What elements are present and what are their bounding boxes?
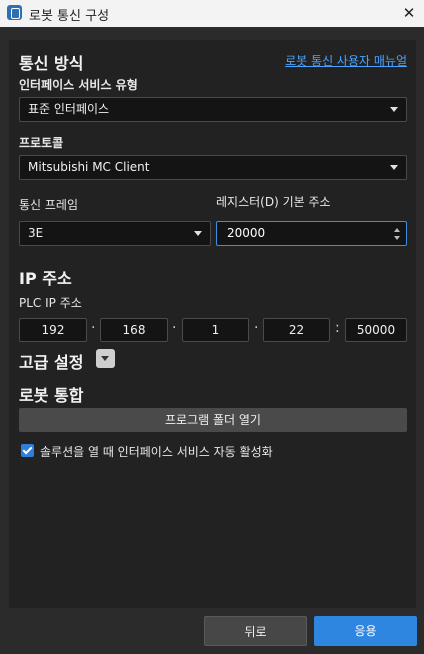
chevron-down-icon	[390, 165, 398, 170]
title-bar: 로봇 통신 구성 ✕	[0, 0, 424, 27]
user-manual-link[interactable]: 로봇 통신 사용자 매뉴얼	[285, 52, 407, 69]
interface-type-value: 표준 인터페이스	[28, 102, 110, 116]
spin-down-icon[interactable]	[394, 236, 400, 240]
auto-activate-label: 솔루션을 열 때 인터페이스 서비스 자동 활성화	[40, 445, 273, 459]
interface-type-label: 인터페이스 서비스 유형	[19, 78, 138, 92]
ip-separator: ·	[91, 320, 96, 336]
chevron-down-icon	[194, 231, 202, 236]
apply-button[interactable]: 응용	[314, 616, 417, 646]
register-address-input[interactable]: 20000	[216, 221, 407, 246]
ip-octet-4-input[interactable]: 22	[263, 318, 330, 342]
settings-panel: 통신 방식 로봇 통신 사용자 매뉴얼 인터페이스 서비스 유형 표준 인터페이…	[9, 40, 416, 608]
protocol-label: 프로토콜	[19, 136, 64, 150]
spin-up-icon[interactable]	[394, 228, 400, 232]
comm-method-heading: 통신 방식	[19, 54, 84, 73]
ip-octet-2-input[interactable]: 168	[100, 318, 168, 342]
register-address-label: 레지스터(D) 기본 주소	[216, 195, 331, 209]
open-program-folder-button[interactable]: 프로그램 폴더 열기	[19, 408, 407, 432]
protocol-value: Mitsubishi MC Client	[28, 160, 150, 174]
ip-octet-3-input[interactable]: 1	[182, 318, 249, 342]
ip-heading: IP 주소	[19, 269, 72, 288]
plc-ip-label: PLC IP 주소	[19, 296, 82, 310]
port-input[interactable]: 50000	[345, 318, 407, 342]
ip-octet-1-input[interactable]: 192	[19, 318, 87, 342]
advanced-heading: 고급 설정	[19, 353, 84, 372]
app-logo-icon	[7, 5, 22, 20]
frame-label: 통신 프레임	[19, 198, 79, 212]
robot-integration-heading: 로봇 통합	[19, 386, 84, 405]
back-button[interactable]: 뒤로	[204, 616, 307, 646]
expand-advanced-icon[interactable]	[96, 349, 115, 368]
chevron-down-icon	[390, 107, 398, 112]
port-separator: :	[335, 320, 340, 336]
frame-value: 3E	[28, 226, 44, 240]
window-title: 로봇 통신 구성	[29, 9, 110, 24]
close-icon[interactable]: ✕	[396, 0, 422, 27]
ip-separator: ·	[172, 320, 177, 336]
register-address-value: 20000	[227, 226, 266, 240]
frame-select[interactable]: 3E	[19, 221, 211, 246]
ip-separator: ·	[254, 320, 259, 336]
auto-activate-checkbox[interactable]	[21, 444, 34, 457]
protocol-select[interactable]: Mitsubishi MC Client	[19, 155, 407, 180]
interface-type-select[interactable]: 표준 인터페이스	[19, 97, 407, 122]
